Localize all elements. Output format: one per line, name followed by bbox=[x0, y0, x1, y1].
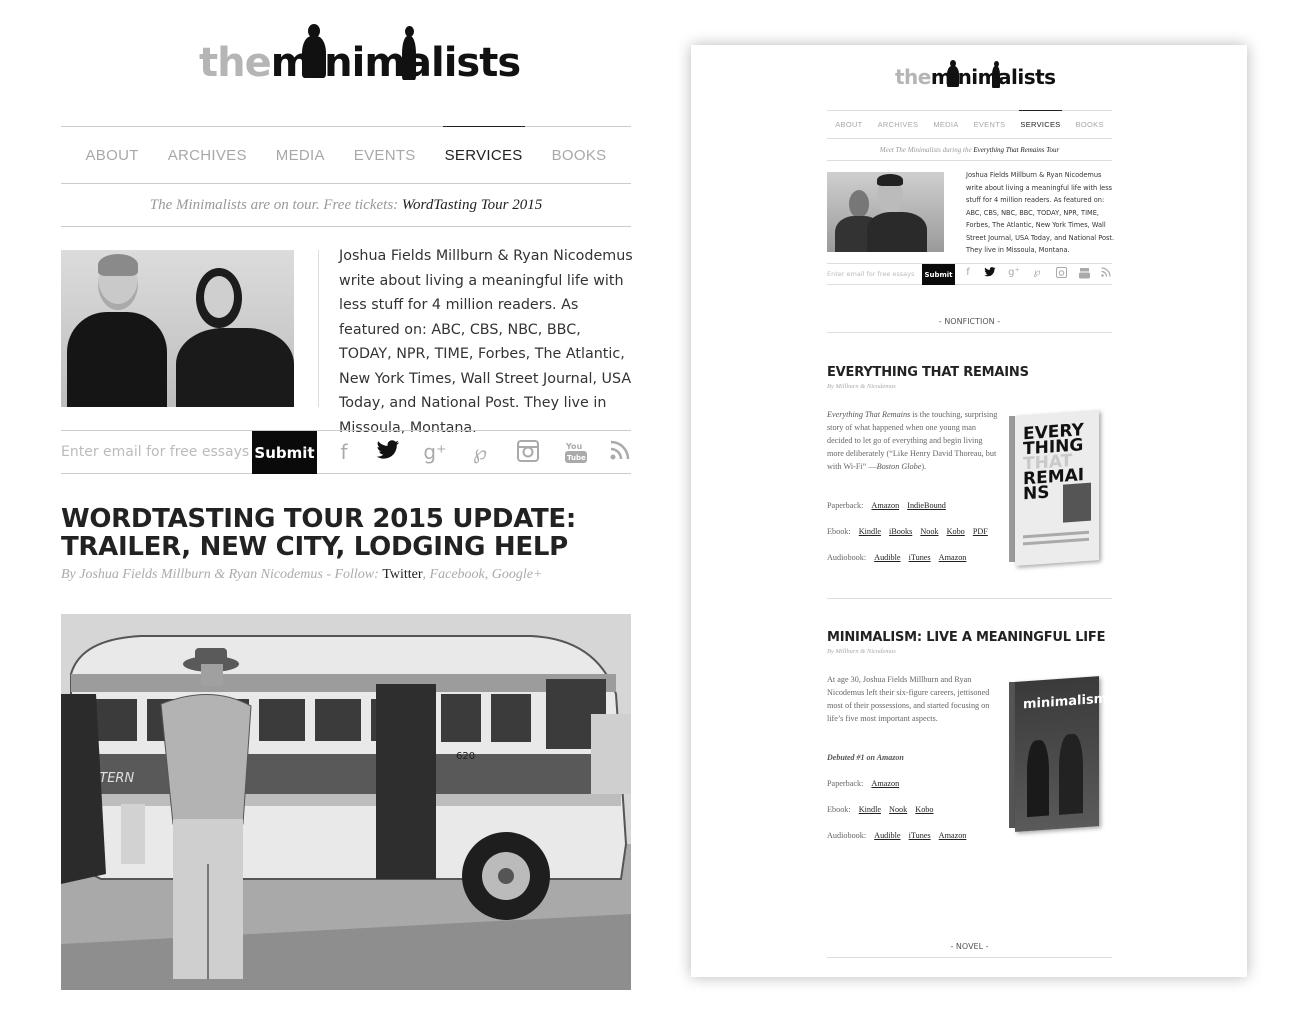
youtube-icon[interactable]: You Tube bbox=[564, 440, 588, 469]
nav-archives[interactable]: ARCHIVES bbox=[168, 147, 247, 164]
nav-books[interactable]: BOOKS bbox=[552, 147, 607, 164]
ebook-links: Ebook: Kindle iBooks Nook Kobo PDF bbox=[827, 527, 988, 536]
authors-photo bbox=[61, 250, 294, 407]
book-author: By Millburn & Nicodemus bbox=[827, 648, 896, 655]
facebook-icon[interactable]: f bbox=[962, 267, 974, 278]
post-image-bus: STERN 620 bbox=[61, 614, 631, 990]
nav-archives[interactable]: ARCHIVES bbox=[878, 120, 919, 129]
paperback-links: Paperback: Amazon IndieBound bbox=[827, 501, 946, 510]
nook-link[interactable]: Nook bbox=[889, 805, 907, 814]
nav-media[interactable]: MEDIA bbox=[933, 120, 958, 129]
itunes-link[interactable]: iTunes bbox=[909, 831, 931, 840]
book-separator bbox=[827, 598, 1112, 599]
paperback-links: Paperback: Amazon bbox=[827, 779, 900, 788]
rss-icon[interactable] bbox=[608, 440, 632, 465]
post-byline: By Joshua Fields Millburn & Ryan Nicodem… bbox=[61, 567, 543, 582]
subscribe-bar: Submit f g⁺ ℘ You Tube bbox=[61, 430, 631, 474]
book-description: At age 30, Joshua Fields Millburn and Ry… bbox=[827, 675, 990, 723]
section-novel: - NOVEL - bbox=[827, 942, 1112, 958]
kindle-link[interactable]: Kindle bbox=[859, 805, 881, 814]
amazon-link[interactable]: Amazon bbox=[871, 779, 899, 788]
nav-books[interactable]: BOOKS bbox=[1076, 120, 1104, 129]
pinterest-icon[interactable]: ℘ bbox=[468, 440, 492, 464]
facebook-icon[interactable]: f bbox=[332, 440, 356, 464]
logo-silhouettes-small bbox=[946, 60, 1006, 90]
tour-text: Meet The Minimalists during the bbox=[879, 146, 972, 154]
google-plus-icon[interactable]: g⁺ bbox=[1008, 267, 1020, 278]
kindle-link[interactable]: Kindle bbox=[859, 527, 881, 536]
desktop-page-screenshot: theminimalists ABOUT ARCHIVES MEDIA EVEN… bbox=[691, 45, 1247, 977]
google-plus-icon[interactable]: g⁺ bbox=[423, 440, 447, 464]
itunes-link[interactable]: iTunes bbox=[909, 553, 931, 562]
facebook-link[interactable]: Facebook bbox=[430, 567, 485, 582]
book-title-minimalism[interactable]: MINIMALISM: LIVE A MEANINGFUL LIFE bbox=[827, 630, 1112, 645]
nav-events[interactable]: EVENTS bbox=[354, 147, 416, 164]
nav-about[interactable]: ABOUT bbox=[86, 147, 139, 164]
indiebound-link[interactable]: IndieBound bbox=[907, 501, 946, 510]
nav-media[interactable]: MEDIA bbox=[276, 147, 325, 164]
bio-divider bbox=[318, 250, 319, 407]
tour-link[interactable]: Everything That Remains Tour bbox=[973, 146, 1059, 154]
audible-link[interactable]: Audible bbox=[874, 553, 900, 562]
amazon-link[interactable]: Amazon bbox=[939, 553, 967, 562]
subscribe-bar-small: Submit f g⁺ ℘ bbox=[827, 263, 1112, 285]
kobo-link[interactable]: Kobo bbox=[915, 805, 933, 814]
nav-services[interactable]: SERVICES bbox=[1019, 110, 1062, 129]
book-cover-minimalism[interactable]: minimalism bbox=[1009, 676, 1107, 832]
nook-link[interactable]: Nook bbox=[920, 527, 938, 536]
book-title-everything-that-remains[interactable]: EVERYTHING THAT REMAINS bbox=[827, 365, 1112, 380]
email-input[interactable] bbox=[61, 431, 251, 473]
mobile-page: theminimalists ABOUT ARCHIVES MEDIA EVEN… bbox=[0, 0, 690, 1024]
byline-text: By Joshua Fields Millburn & Ryan Nicodem… bbox=[61, 567, 379, 582]
authors-photo-small bbox=[827, 172, 944, 252]
post-body-cutoff bbox=[61, 1014, 631, 1024]
amazon-link[interactable]: Amazon bbox=[939, 831, 967, 840]
tour-link[interactable]: WordTasting Tour 2015 bbox=[402, 197, 542, 213]
nav-events[interactable]: EVENTS bbox=[974, 120, 1006, 129]
ebook-links: Ebook: Kindle Nook Kobo bbox=[827, 805, 934, 814]
author-bio-small: Joshua Fields Millburn & Ryan Nicodemus … bbox=[966, 171, 1115, 254]
twitter-link[interactable]: Twitter bbox=[382, 567, 422, 582]
pdf-link[interactable]: PDF bbox=[973, 527, 988, 536]
tour-text: The Minimalists are on tour. Free ticket… bbox=[149, 197, 399, 213]
section-nonfiction: - NONFICTION - bbox=[827, 317, 1112, 333]
post-title[interactable]: WORDTASTING TOUR 2015 UPDATE: TRAILER, N… bbox=[61, 505, 631, 561]
google-plus-link[interactable]: Google+ bbox=[492, 567, 543, 582]
author-bio: Joshua Fields Millburn & Ryan Nicodemus … bbox=[339, 248, 633, 436]
kobo-link[interactable]: Kobo bbox=[947, 527, 965, 536]
nav-about[interactable]: ABOUT bbox=[835, 120, 862, 129]
rss-icon[interactable] bbox=[1100, 267, 1112, 280]
main-nav-small: ABOUT ARCHIVES MEDIA EVENTS SERVICES BOO… bbox=[827, 110, 1112, 139]
svg-text:Tube: Tube bbox=[567, 454, 586, 462]
svg-text:620: 620 bbox=[456, 751, 475, 762]
submit-button[interactable]: Submit bbox=[252, 431, 317, 474]
book-description: Everything That Remains is the touching,… bbox=[827, 410, 998, 471]
audiobook-links: Audiobook: Audible iTunes Amazon bbox=[827, 553, 967, 562]
instagram-icon[interactable] bbox=[516, 440, 540, 467]
nav-services[interactable]: SERVICES bbox=[442, 125, 525, 164]
submit-button[interactable]: Submit bbox=[922, 264, 955, 285]
main-nav: ABOUT ARCHIVES MEDIA EVENTS SERVICES BOO… bbox=[61, 125, 631, 184]
email-input[interactable] bbox=[827, 264, 922, 284]
logo-silhouettes bbox=[300, 24, 420, 84]
audiobook-links: Audiobook: Audible iTunes Amazon bbox=[827, 831, 967, 840]
instagram-icon[interactable] bbox=[1055, 267, 1067, 281]
youtube-icon[interactable] bbox=[1078, 267, 1090, 282]
pinterest-icon[interactable]: ℘ bbox=[1031, 267, 1043, 278]
twitter-icon[interactable] bbox=[984, 267, 996, 280]
amazon-link[interactable]: Amazon bbox=[871, 501, 899, 510]
tour-banner-small: Meet The Minimalists during the Everythi… bbox=[827, 139, 1112, 161]
tour-banner: The Minimalists are on tour. Free ticket… bbox=[61, 184, 631, 227]
svg-text:You: You bbox=[565, 442, 583, 451]
twitter-icon[interactable] bbox=[376, 440, 400, 465]
book-cover-everything-that-remains[interactable]: EVERY THING THAT REMAI NS bbox=[1009, 410, 1101, 566]
book-author: By Millburn & Nicodemus bbox=[827, 383, 896, 390]
audible-link[interactable]: Audible bbox=[874, 831, 900, 840]
ibooks-link[interactable]: iBooks bbox=[889, 527, 912, 536]
debut-note: Debuted #1 on Amazon bbox=[827, 753, 904, 762]
